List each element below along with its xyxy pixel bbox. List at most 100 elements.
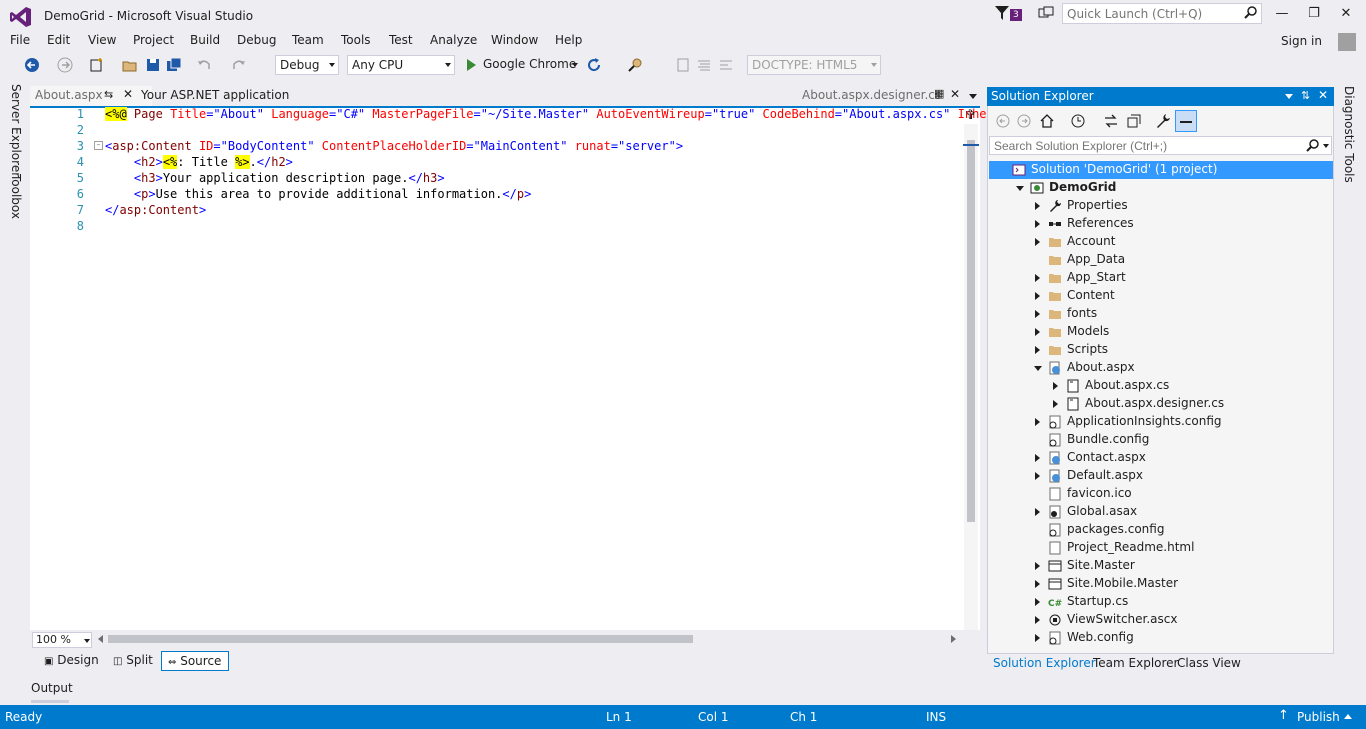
open-file-icon[interactable] [122, 57, 138, 73]
output-panel-tab[interactable]: Output [31, 681, 73, 695]
undo-icon[interactable] [196, 57, 212, 73]
expand-arrow-icon[interactable] [1035, 508, 1040, 516]
browser-selector-label[interactable]: Google Chrome [483, 57, 576, 71]
refresh-browser-icon[interactable] [586, 57, 602, 73]
menu-tools[interactable]: Tools [341, 33, 371, 47]
back-icon[interactable] [995, 113, 1011, 129]
close-icon[interactable]: ✕ [950, 87, 960, 101]
expand-arrow-icon[interactable] [1035, 580, 1040, 588]
publish-arrow-icon[interactable]: ↑ [1278, 708, 1289, 723]
properties-wrench-icon[interactable] [1155, 113, 1171, 129]
menu-help[interactable]: Help [555, 33, 582, 47]
solution-configuration-combo[interactable]: Debug [275, 55, 339, 75]
tab-preview-designer-cs[interactable]: About.aspx.designer.cs ▦ ✕ [797, 86, 972, 106]
toolbox-tab[interactable]: Toolbox [9, 174, 23, 219]
pin-icon[interactable]: ⇆ [104, 88, 113, 101]
document-icon[interactable] [675, 57, 691, 73]
expand-arrow-icon[interactable] [1035, 310, 1040, 318]
expand-arrow-icon[interactable] [1035, 274, 1040, 282]
expand-arrow-icon[interactable] [1035, 202, 1040, 210]
solution-search-input[interactable] [989, 136, 1332, 155]
forward-icon[interactable] [1016, 113, 1032, 129]
horizontal-scroll-thumb[interactable] [108, 635, 693, 643]
menu-view[interactable]: View [88, 33, 116, 47]
window-menu-icon[interactable] [1285, 94, 1293, 99]
solution-platform-combo[interactable]: Any CPU [347, 55, 455, 75]
expand-arrow-icon[interactable] [1035, 238, 1040, 246]
publish-button[interactable]: Publish [1297, 710, 1340, 724]
sync-icon[interactable] [1103, 113, 1119, 129]
collapse-arrow-icon[interactable] [1016, 186, 1024, 191]
chevron-up-icon[interactable] [1344, 714, 1352, 719]
zoom-combo[interactable]: 100 % [32, 632, 92, 648]
tree-item[interactable] [989, 323, 1333, 341]
tree-item[interactable] [989, 305, 1333, 323]
new-project-icon[interactable] [89, 57, 105, 73]
split-editor-icon[interactable]: ✞ [965, 108, 976, 123]
chevron-down-icon[interactable] [1323, 144, 1329, 148]
search-icon[interactable] [1306, 139, 1319, 152]
tab-asp-net-application[interactable]: Your ASP.NET application [136, 86, 294, 106]
expand-arrow-icon[interactable] [1053, 382, 1058, 390]
tree-item[interactable] [989, 431, 1333, 449]
expand-arrow-icon[interactable] [1035, 418, 1040, 426]
quick-launch-input[interactable] [1062, 3, 1262, 24]
tree-item[interactable] [989, 485, 1333, 503]
tab-about-aspx[interactable]: About.aspx ⇆ ✕ [30, 86, 152, 106]
tree-item[interactable] [989, 215, 1333, 233]
doctype-combo[interactable]: DOCTYPE: HTML5 [747, 55, 881, 75]
tab-team-explorer[interactable]: Team Explorer [1093, 656, 1179, 670]
search-icon[interactable] [1244, 6, 1257, 19]
menu-file[interactable]: File [10, 33, 30, 47]
keep-open-icon[interactable]: ▦ [934, 87, 944, 100]
close-icon[interactable]: ✕ [1318, 88, 1328, 102]
filter-icon[interactable] [995, 6, 1009, 20]
format-document-icon[interactable] [696, 57, 712, 73]
close-window-button[interactable]: ✕ [1332, 4, 1360, 24]
expand-arrow-icon[interactable] [1035, 328, 1040, 336]
feedback-icon[interactable] [1038, 6, 1054, 22]
restore-button[interactable]: ❐ [1300, 4, 1328, 24]
tree-item[interactable] [989, 503, 1333, 521]
sign-in-link[interactable]: Sign in [1281, 34, 1322, 48]
chevron-down-icon[interactable] [572, 63, 578, 67]
expand-arrow-icon[interactable] [1035, 292, 1040, 300]
expand-arrow-icon[interactable] [1035, 220, 1040, 228]
tree-item[interactable] [989, 629, 1333, 647]
menu-team[interactable]: Team [292, 33, 324, 47]
menu-debug[interactable]: Debug [237, 33, 276, 47]
save-all-icon[interactable] [166, 57, 182, 73]
tab-class-view[interactable]: Class View [1177, 656, 1241, 670]
preview-selected-items-button[interactable] [1175, 110, 1197, 132]
start-debugging-icon[interactable] [463, 57, 479, 73]
expand-arrow-icon[interactable] [1035, 616, 1040, 624]
expand-arrow-icon[interactable] [1035, 346, 1040, 354]
tree-item[interactable] [989, 449, 1333, 467]
tab-overflow-icon[interactable] [969, 94, 977, 99]
expand-arrow-icon[interactable] [1053, 400, 1058, 408]
collapse-arrow-icon[interactable] [1034, 366, 1042, 371]
menu-build[interactable]: Build [190, 33, 220, 47]
minimize-button[interactable]: — [1268, 4, 1296, 24]
collapse-region-icon[interactable]: – [94, 141, 103, 150]
close-icon[interactable]: ✕ [123, 87, 133, 101]
tree-item[interactable] [989, 467, 1333, 485]
expand-arrow-icon[interactable] [1035, 472, 1040, 480]
design-view-tab[interactable]: ▣ Design [38, 651, 105, 671]
home-icon[interactable] [1039, 113, 1055, 129]
tree-item[interactable] [989, 269, 1333, 287]
navigate-back-icon[interactable] [24, 57, 40, 73]
scroll-left-icon[interactable] [98, 635, 103, 643]
split-view-tab[interactable]: ◫ Split [107, 651, 159, 671]
pending-changes-icon[interactable] [1070, 113, 1086, 129]
expand-arrow-icon[interactable] [1035, 454, 1040, 462]
vertical-scroll-thumb[interactable] [967, 140, 975, 522]
tree-item[interactable] [989, 341, 1333, 359]
scroll-right-icon[interactable] [951, 635, 956, 643]
tree-item[interactable] [989, 557, 1333, 575]
source-view-tab[interactable]: ⇔ Source [161, 651, 229, 671]
navigate-forward-icon[interactable] [57, 57, 73, 73]
tree-item[interactable] [989, 287, 1333, 305]
comment-lines-icon[interactable] [718, 57, 734, 73]
expand-arrow-icon[interactable] [1035, 598, 1040, 606]
